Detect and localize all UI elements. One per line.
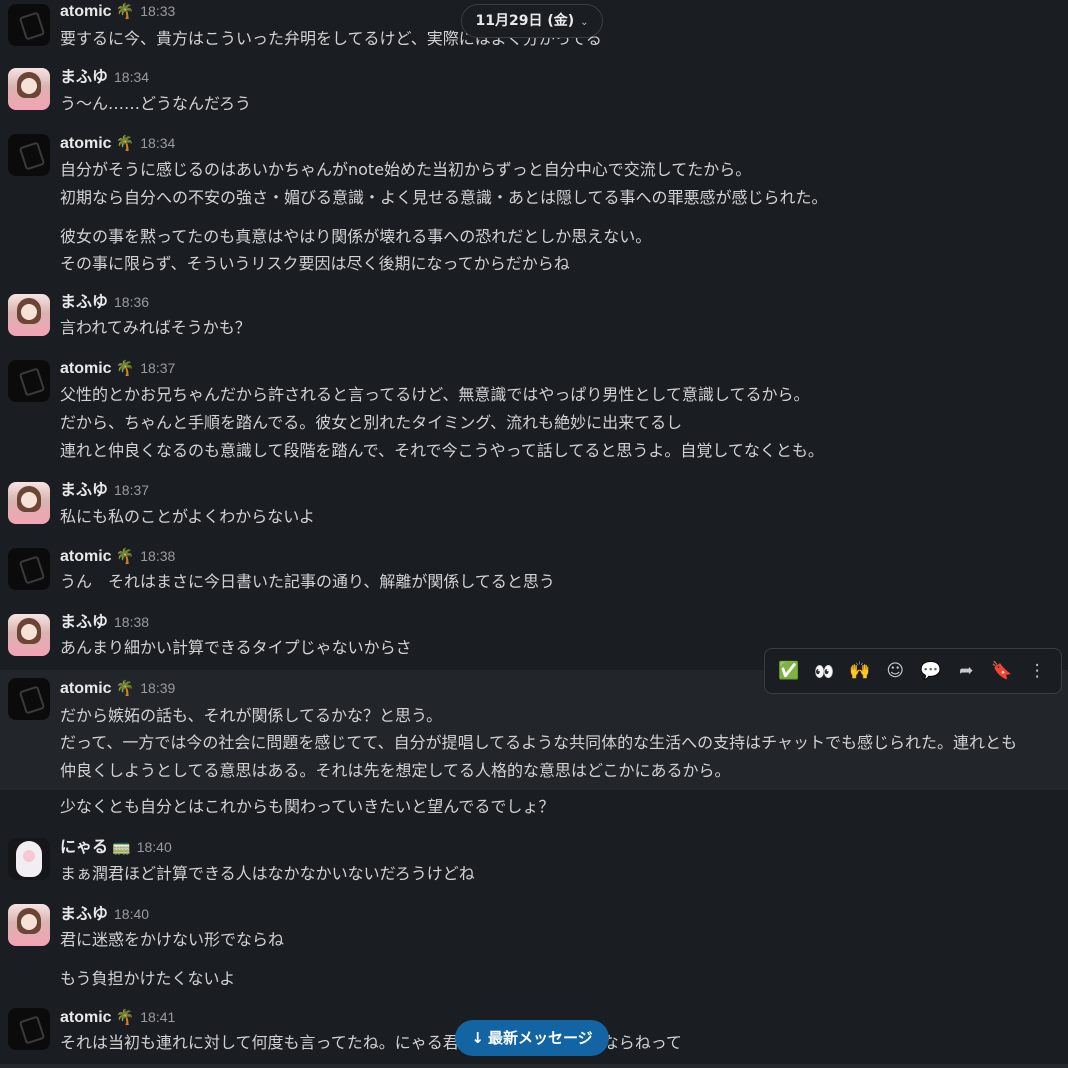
arrow-down-icon: ↓: [471, 1029, 484, 1047]
date-label: 11月29日 (金): [475, 13, 575, 29]
message-text: もう負担かけたくないよ: [60, 969, 236, 988]
timestamp[interactable]: 18:38: [140, 548, 175, 564]
avatar[interactable]: [8, 360, 50, 402]
avatar[interactable]: [8, 4, 50, 46]
message-continuation: 少なくとも自分とはこれからも関わっていきたいと望んでるでしょ？: [0, 790, 1068, 826]
message-text: あんまり細かい計算できるタイプじゃないからさ: [60, 638, 412, 657]
timestamp[interactable]: 18:40: [114, 906, 149, 922]
timestamp[interactable]: 18:38: [114, 614, 149, 630]
avatar[interactable]: [8, 614, 50, 656]
author-name[interactable]: atomic: [60, 1009, 112, 1026]
timestamp[interactable]: 18:40: [137, 839, 172, 855]
status-emoji: 🌴: [115, 679, 135, 697]
message-text: 仲良くしようとしてる意思はある。それは先を想定してる人格的な意思はどこかにあるか…: [60, 761, 731, 780]
avatar[interactable]: [8, 68, 50, 110]
message: まふゆ 18:34 う～ん……どうなんだろう: [0, 62, 1068, 126]
message-text: 君に迷惑をかけない形でならね: [60, 930, 285, 949]
timestamp[interactable]: 18:37: [114, 482, 149, 498]
avatar[interactable]: [8, 294, 50, 336]
author-name[interactable]: atomic: [60, 135, 112, 152]
message: まふゆ 18:37 私にも私のことがよくわからないよ: [0, 476, 1068, 538]
message: まふゆ 18:36 言われてみればそうかも？: [0, 288, 1068, 350]
author-name[interactable]: まふゆ: [60, 69, 108, 86]
timestamp[interactable]: 18:37: [140, 360, 175, 376]
eyes-reaction-icon[interactable]: 👀: [809, 656, 839, 686]
message: にゃる 🚃 18:40 まぁ潤君ほど計算できる人はなかなかいないだろうけどね: [0, 832, 1068, 894]
message-actions-toolbar: ✅ 👀 🙌 ☺ 💬 ➦ 🔖 ⋮: [764, 648, 1062, 694]
author-name[interactable]: まふゆ: [60, 294, 108, 311]
message-text: 父性的とかお兄ちゃんだから許されると言ってるけど、無意識ではやっぱり男性として意…: [60, 385, 810, 404]
bookmark-icon[interactable]: 🔖: [987, 656, 1017, 686]
check-reaction-icon[interactable]: ✅: [774, 656, 804, 686]
status-emoji: 🚃: [112, 838, 131, 856]
avatar[interactable]: [8, 904, 50, 946]
message-text: 彼女の事を黙ってたのも真意はやはり関係が壊れる事への恐れだとしか思えない。: [60, 227, 652, 246]
message-text: 少なくとも自分とはこれからも関わっていきたいと望んでるでしょ？: [60, 797, 555, 816]
status-emoji: 🌴: [115, 1008, 135, 1026]
message: まふゆ 18:40 君に迷惑をかけない形でならね もう負担かけたくないよ: [0, 898, 1068, 998]
scroll-bottom-edge: [0, 1064, 1068, 1068]
message-text: その事に限らず、そういうリスク要因は尽く後期になってからだからね: [60, 254, 570, 273]
message-text: う～ん……どうなんだろう: [60, 94, 252, 113]
message: atomic 🌴 18:38 うん それはまさに今日書いた記事の通り、解離が関係して…: [0, 542, 1068, 604]
avatar[interactable]: [8, 838, 50, 880]
avatar[interactable]: [8, 678, 50, 720]
author-name[interactable]: atomic: [60, 548, 112, 565]
message: atomic 🌴 18:34 自分がそうに感じるのはあいかちゃんがnote始めた当初…: [0, 128, 1068, 280]
message-text: だって、一方では今の社会に問題を感じてて、自分が提唱してるような共同体的な生活へ…: [60, 733, 1017, 752]
message-text: 初期なら自分への不安の強さ・媚びる意識・よく見せる意識・あとは隠してる事への罪悪…: [60, 188, 828, 207]
author-name[interactable]: まふゆ: [60, 906, 108, 923]
status-emoji: 🌴: [115, 547, 135, 565]
avatar[interactable]: [8, 1008, 50, 1050]
raised-hands-reaction-icon[interactable]: 🙌: [845, 656, 875, 686]
message-text: うん それはまさに今日書いた記事の通り、解離が関係してると思う: [60, 572, 555, 591]
timestamp[interactable]: 18:34: [140, 135, 175, 151]
timestamp[interactable]: 18:36: [114, 294, 149, 310]
message-text: 言われてみればそうかも？: [60, 318, 251, 337]
reply-thread-icon[interactable]: 💬: [916, 656, 946, 686]
author-name[interactable]: まふゆ: [60, 614, 108, 631]
message-text: だから、ちゃんと手順を踏んでる。彼女と別れたタイミング、流れも絶妙に出来てるし: [60, 413, 683, 432]
message-text: 連れと仲良くなるのも意識して段階を踏んで、それで今こうやって話してると思うよ。自…: [60, 441, 824, 460]
message: atomic 🌴 18:37 父性的とかお兄ちゃんだから許されると言ってるけど、無意…: [0, 354, 1068, 470]
timestamp[interactable]: 18:34: [114, 69, 149, 85]
message-text: まぁ潤君ほど計算できる人はなかなかいないだろうけどね: [60, 864, 475, 883]
author-name[interactable]: まふゆ: [60, 482, 108, 499]
author-name[interactable]: atomic: [60, 360, 112, 377]
message-text: 私にも私のことがよくわからないよ: [60, 507, 315, 526]
author-name[interactable]: atomic: [60, 3, 112, 20]
chevron-down-icon: ⌄: [580, 17, 589, 28]
avatar[interactable]: [8, 548, 50, 590]
author-name[interactable]: にゃる: [60, 839, 108, 856]
avatar[interactable]: [8, 134, 50, 176]
author-name[interactable]: atomic: [60, 680, 112, 697]
jump-to-newest-button[interactable]: ↓ 最新メッセージ: [455, 1020, 609, 1056]
status-emoji: 🌴: [115, 134, 135, 152]
timestamp[interactable]: 18:33: [140, 3, 175, 19]
date-divider[interactable]: 11月29日 (金) ⌄: [461, 4, 603, 38]
more-actions-icon[interactable]: ⋮: [1022, 656, 1052, 686]
timestamp[interactable]: 18:39: [140, 680, 175, 696]
message-text: 自分がそうに感じるのはあいかちゃんがnote始めた当初からずっと自分中心で交流し…: [60, 160, 752, 179]
share-icon[interactable]: ➦: [951, 656, 981, 686]
status-emoji: 🌴: [115, 2, 135, 20]
message-text: だから嫉妬の話も、それが関係してるかな？と思う。: [60, 706, 443, 725]
status-emoji: 🌴: [115, 359, 135, 377]
avatar[interactable]: [8, 482, 50, 524]
timestamp[interactable]: 18:41: [140, 1009, 175, 1025]
add-reaction-icon[interactable]: ☺: [880, 656, 910, 686]
newest-label: 最新メッセージ: [487, 1029, 593, 1047]
